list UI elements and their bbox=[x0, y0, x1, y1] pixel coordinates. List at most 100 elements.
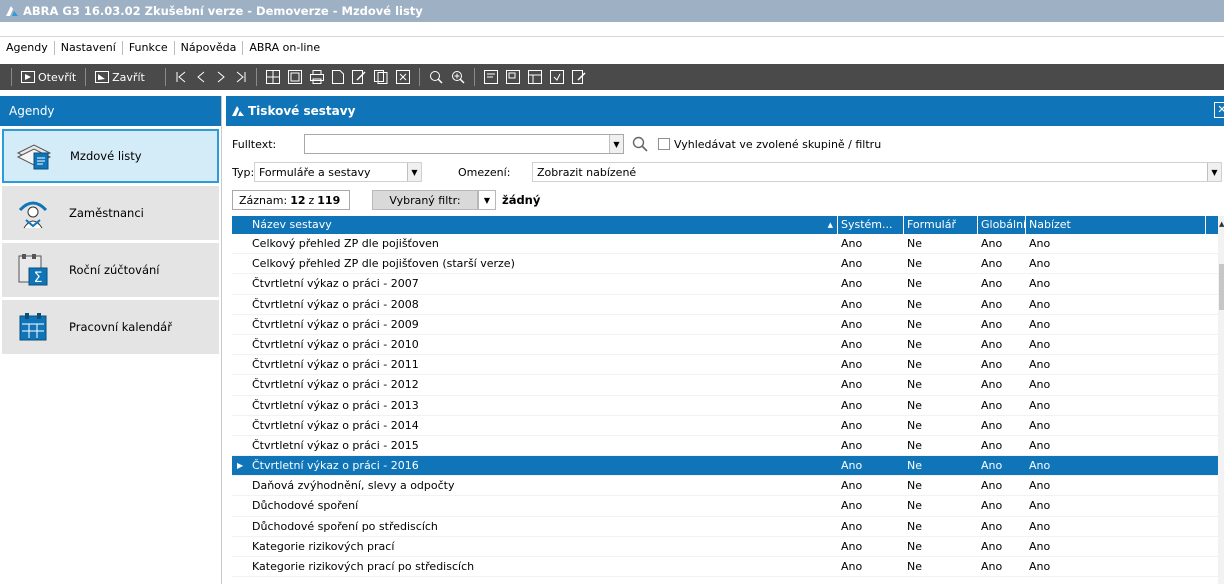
next-record-button[interactable] bbox=[211, 66, 231, 88]
menu-nastaveni[interactable]: Nastavení bbox=[55, 40, 123, 55]
table-cell-text: Ano bbox=[981, 459, 1003, 473]
table-cell-text: Čtvrtletní výkaz o práci - 2014 bbox=[252, 418, 419, 432]
table-cell-text: Ano bbox=[981, 257, 1003, 271]
close-label: Zavřít bbox=[112, 70, 145, 84]
table-row[interactable]: Důchodové spoření po střediscích Ano Ne Ano… bbox=[232, 517, 1218, 537]
search-icon[interactable] bbox=[632, 136, 648, 155]
fulltext-input[interactable]: ▼ bbox=[304, 134, 624, 154]
table-row[interactable]: Daňová zvýhodnění, slevy a odpočty Ano Ne A… bbox=[232, 476, 1218, 497]
table-row[interactable]: Čtvrtletní výkaz o práci - 2009 Ano Ne Ano A… bbox=[232, 315, 1218, 335]
last-record-button[interactable] bbox=[231, 66, 251, 88]
copy-document-button[interactable] bbox=[370, 66, 392, 88]
column-header-global[interactable]: Globální bbox=[978, 216, 1026, 234]
toolbar-separator bbox=[85, 68, 87, 86]
menu-agendy[interactable]: Agendy bbox=[0, 40, 55, 55]
report-list-icon bbox=[505, 70, 520, 84]
table-row[interactable]: Kategorie rizikových prací Ano Ne Ano Ano bbox=[232, 537, 1218, 557]
abra-logo-icon bbox=[6, 6, 18, 16]
type-dropdown-button[interactable]: ▼ bbox=[407, 163, 421, 181]
agenda-item-pracovni-kalendar[interactable]: Pracovní kalendář bbox=[2, 300, 219, 354]
column-header-form[interactable]: Formulář bbox=[904, 216, 978, 234]
table-cell-text: Ano bbox=[1029, 479, 1051, 493]
report-edit-button[interactable] bbox=[568, 66, 590, 88]
table-cell: Ne bbox=[904, 517, 978, 537]
table-cell: Ne bbox=[904, 496, 978, 516]
fulltext-dropdown-button[interactable]: ▼ bbox=[609, 135, 623, 153]
table-row[interactable]: Celkový přehled ZP dle pojišťoven Ano Ne An… bbox=[232, 234, 1218, 255]
table-cell-text: Čtvrtletní výkaz o práci - 2009 bbox=[252, 317, 419, 331]
table-cell: Důchodové spoření po střediscích bbox=[232, 517, 838, 537]
first-record-button[interactable] bbox=[171, 66, 191, 88]
close-panel-button[interactable]: ✕ bbox=[1214, 102, 1224, 118]
grid-view-button[interactable] bbox=[262, 66, 284, 88]
table-row[interactable]: Čtvrtletní výkaz o práci - 2010 Ano Ne Ano A… bbox=[232, 335, 1218, 356]
delete-document-button[interactable] bbox=[392, 66, 414, 88]
table-cell: Ano bbox=[1026, 476, 1206, 496]
scrollbar-thumb[interactable] bbox=[1219, 264, 1224, 310]
checkbox-box[interactable] bbox=[658, 138, 670, 150]
agenda-item-label: Mzdové listy bbox=[70, 149, 142, 163]
preview-button[interactable] bbox=[425, 66, 447, 88]
table-cell: Ano bbox=[838, 315, 904, 335]
table-row[interactable]: Čtvrtletní výkaz o práci - 2012 Ano Ne Ano A… bbox=[232, 375, 1218, 396]
table-row[interactable]: Celkový přehled ZP dle pojišťoven (starš… bbox=[232, 254, 1218, 275]
report-button-2[interactable] bbox=[502, 66, 524, 88]
table-row[interactable]: Čtvrtletní výkaz o práci - 2008 Ano Ne Ano A… bbox=[232, 295, 1218, 315]
table-cell: Ano bbox=[838, 335, 904, 355]
table-row[interactable]: Čtvrtletní výkaz o práci - 2013 Ano Ne Ano A… bbox=[232, 396, 1218, 416]
column-header-offer[interactable]: Nabízet bbox=[1026, 216, 1206, 234]
table-cell: Ano bbox=[1026, 295, 1206, 315]
filter-dropdown-button[interactable]: ▼ bbox=[478, 190, 496, 210]
selected-filter-button[interactable]: Vybraný filtr: bbox=[372, 190, 478, 210]
table-row[interactable]: Kategorie rizikových prací po střediscíc… bbox=[232, 557, 1218, 578]
table-row[interactable]: Čtvrtletní výkaz o práci - 2014 Ano Ne Ano A… bbox=[232, 416, 1218, 436]
edit-document-icon bbox=[351, 70, 366, 84]
report-button-3[interactable] bbox=[524, 66, 546, 88]
table-cell: Ano bbox=[978, 355, 1026, 375]
menu-napoveda[interactable]: Nápověda bbox=[175, 40, 244, 55]
menu-funkce[interactable]: Funkce bbox=[123, 40, 175, 55]
vertical-scrollbar[interactable]: ▲ bbox=[1218, 216, 1224, 584]
restriction-select[interactable]: Zobrazit nabízené ▼ bbox=[532, 162, 1222, 182]
last-record-icon bbox=[236, 71, 246, 83]
next-record-icon bbox=[217, 71, 225, 83]
table-cell: Ano bbox=[1026, 436, 1206, 456]
new-document-button[interactable] bbox=[328, 66, 348, 88]
prev-record-button[interactable] bbox=[191, 66, 211, 88]
type-select[interactable]: Formuláře a sestavy ▼ bbox=[254, 162, 422, 182]
agenda-panel-title: Agendy bbox=[0, 96, 221, 126]
scroll-up-icon[interactable]: ▲ bbox=[1219, 220, 1224, 228]
table-row[interactable]: Čtvrtletní výkaz o práci - 2007 Ano Ne Ano A… bbox=[232, 274, 1218, 295]
report-button-1[interactable] bbox=[480, 66, 502, 88]
toolbar-separator bbox=[11, 68, 12, 86]
agenda-item-mzdove-listy[interactable]: Mzdové listy bbox=[2, 129, 219, 183]
open-button[interactable]: Otevřít bbox=[17, 66, 80, 88]
column-header-system[interactable]: Systém... bbox=[838, 216, 904, 234]
table-row[interactable]: ▶ Čtvrtletní výkaz o práci - 2016 Ano Ne Ano… bbox=[232, 456, 1218, 477]
table-cell-text: Ano bbox=[841, 297, 863, 311]
table-cell: Ne bbox=[904, 557, 978, 577]
close-button[interactable]: Zavřít bbox=[91, 66, 149, 88]
restriction-dropdown-button[interactable]: ▼ bbox=[1207, 163, 1221, 181]
agenda-item-rocni-zuctovani[interactable]: Σ Roční zúčtování bbox=[2, 243, 219, 297]
search-in-group-checkbox[interactable]: Vyhledávat ve zvolené skupině / filtru bbox=[658, 138, 958, 151]
table-cell: Ano bbox=[1026, 315, 1206, 335]
table-cell: Čtvrtletní výkaz o práci - 2008 bbox=[232, 295, 838, 315]
menu-abra-online[interactable]: ABRA on-line bbox=[243, 41, 326, 55]
table-cell: Celkový přehled ZP dle pojišťoven (starš… bbox=[232, 254, 838, 274]
column-header-name[interactable]: Název sestavy ▲ bbox=[232, 216, 838, 234]
table-row[interactable]: Čtvrtletní výkaz o práci - 2011 Ano Ne Ano A… bbox=[232, 355, 1218, 376]
table-cell: Ano bbox=[838, 295, 904, 315]
table-cell-text: Ano bbox=[1029, 358, 1051, 372]
table-cell: Ne bbox=[904, 456, 978, 476]
table-cell-text: Ano bbox=[981, 560, 1003, 573]
agenda-item-zamestnanci[interactable]: Zaměstnanci bbox=[2, 186, 219, 240]
table-cell-text: Ano bbox=[1029, 257, 1051, 271]
table-row[interactable]: Čtvrtletní výkaz o práci - 2015 Ano Ne Ano A… bbox=[232, 436, 1218, 457]
form-view-button[interactable] bbox=[284, 66, 306, 88]
print-button[interactable] bbox=[306, 66, 328, 88]
edit-document-button[interactable] bbox=[348, 66, 370, 88]
report-button-4[interactable] bbox=[546, 66, 568, 88]
table-row[interactable]: Důchodové spoření Ano Ne Ano Ano bbox=[232, 496, 1218, 517]
zoom-button[interactable] bbox=[447, 66, 469, 88]
